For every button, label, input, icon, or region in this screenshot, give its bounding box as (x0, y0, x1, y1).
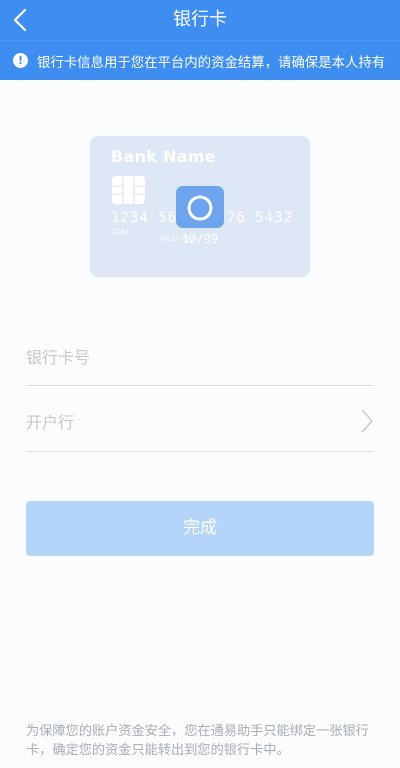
submit-button[interactable]: 完成 (26, 501, 374, 556)
chip-icon (112, 176, 145, 204)
card-number-field[interactable] (26, 326, 374, 386)
card-number-input[interactable] (26, 342, 356, 372)
notice-text: 银行卡信息用于您在平台内的资金结算，请确保是本人持有 (37, 55, 386, 71)
camera-icon (187, 195, 213, 221)
bank-label: 开户行 (26, 413, 75, 432)
bank-card-page: 银行卡 ! 银行卡信息用于您在平台内的资金结算，请确保是本人持有 Bank Na… (0, 0, 400, 768)
card-number-right: 76 5432 (227, 210, 294, 226)
bank-card-illustration: Bank Name 1234 56 76 5432 1234 VALID THR… (90, 136, 310, 277)
page-title: 银行卡 (173, 9, 227, 30)
chevron-right-icon (360, 408, 374, 434)
bank-select-field[interactable]: 开户行 (26, 392, 374, 452)
security-note: 为保障您的账户资金安全，您在通易助手只能绑定一张银行卡，确定您的资金只能转出到您… (26, 724, 369, 758)
card-small-number: 1234 (111, 228, 129, 236)
scan-card-button[interactable] (176, 186, 224, 228)
card-bank-name: Bank Name (111, 147, 217, 166)
notice-bar: ! 银行卡信息用于您在平台内的资金结算，请确保是本人持有 (0, 40, 400, 80)
card-number-left: 1234 56 (111, 210, 178, 226)
header-bar: 银行卡 (0, 0, 400, 40)
exclamation-circle-icon: ! (13, 53, 28, 68)
card-expiry: 12/99 (182, 232, 219, 246)
